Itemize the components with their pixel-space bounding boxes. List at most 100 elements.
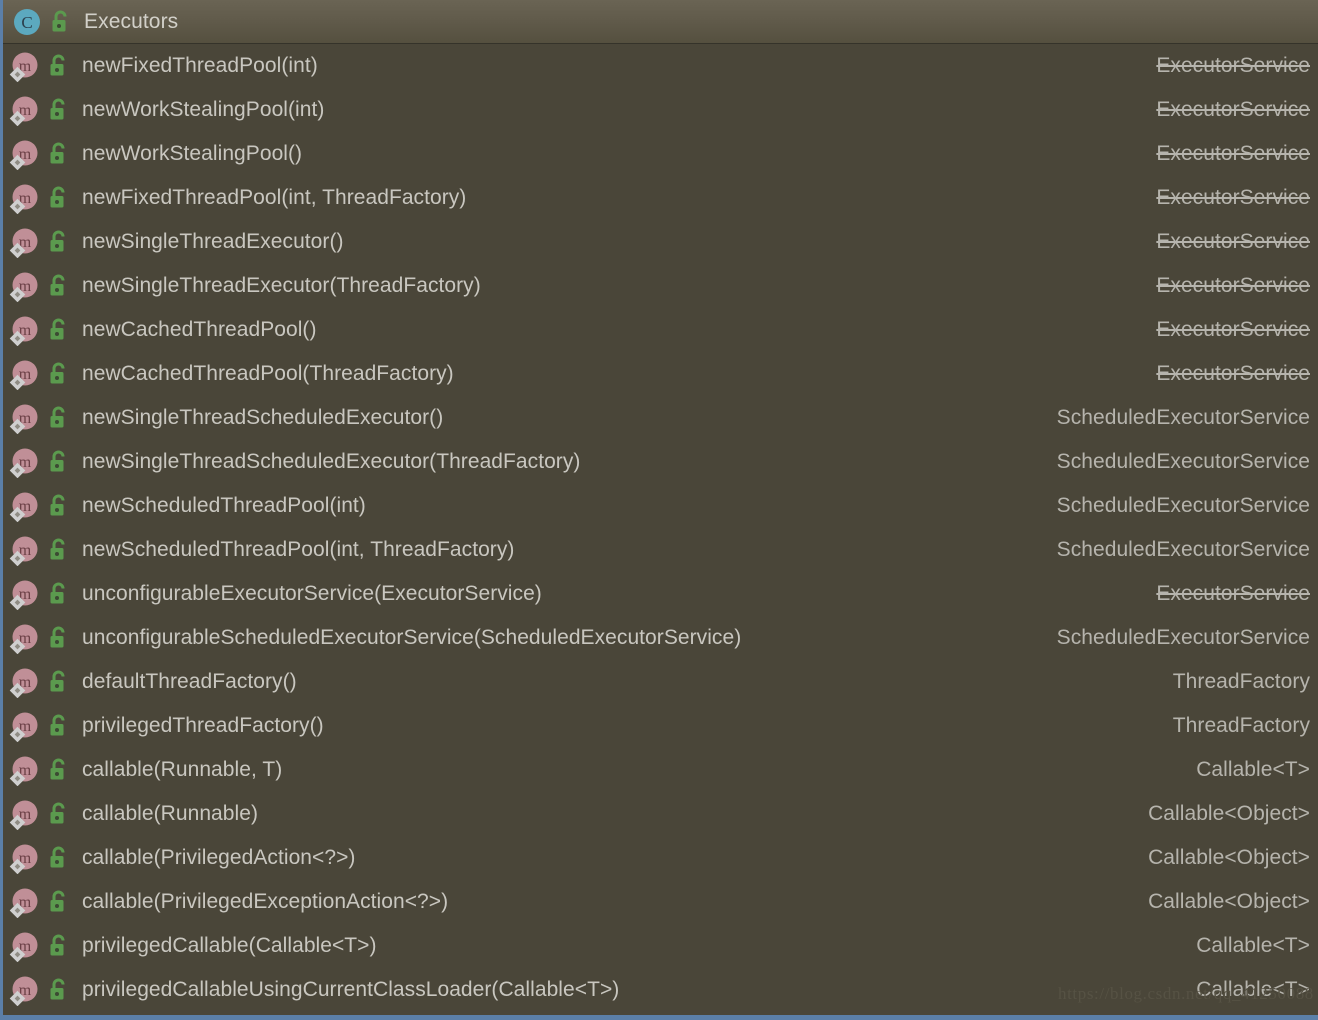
return-type-label: Callable<T> — [1196, 934, 1310, 957]
method-signature-label: callable(PrivilegedExceptionAction<?>) — [82, 890, 449, 913]
method-icon: m — [8, 754, 40, 787]
method-signature-label: defaultThreadFactory() — [82, 670, 297, 693]
method-signature-label: newWorkStealingPool(int) — [82, 98, 325, 121]
method-signature-label: newWorkStealingPool() — [82, 142, 303, 165]
public-unlocked-icon — [47, 537, 71, 563]
method-icon: m — [8, 138, 40, 171]
member-row[interactable]: m unconfigurableExecutorService(ExecutorS… — [3, 572, 1318, 616]
method-icon: m — [8, 666, 40, 699]
public-unlocked-icon — [47, 801, 71, 827]
return-type-label: ExecutorService — [1156, 230, 1310, 253]
public-unlocked-icon — [47, 449, 71, 475]
public-unlocked-icon — [47, 185, 71, 211]
member-row[interactable]: m newSingleThreadExecutor() ExecutorServic… — [3, 220, 1318, 264]
public-unlocked-icon — [47, 845, 71, 871]
method-signature-label: callable(Runnable) — [82, 802, 259, 825]
member-row[interactable]: m callable(Runnable, T) Callable<T> — [3, 748, 1318, 792]
return-type-label: ExecutorService — [1156, 362, 1310, 385]
class-name-label: Executors — [84, 9, 179, 33]
public-unlocked-icon — [47, 669, 71, 695]
member-row[interactable]: m newCachedThreadPool() ExecutorService — [3, 308, 1318, 352]
return-type-label: ExecutorService — [1156, 274, 1310, 297]
method-icon: m — [8, 402, 40, 435]
public-unlocked-icon — [47, 405, 71, 431]
public-unlocked-icon — [47, 625, 71, 651]
return-type-label: Callable<Object> — [1148, 802, 1310, 825]
public-unlocked-icon — [47, 361, 71, 387]
method-icon: m — [8, 710, 40, 743]
member-row[interactable]: m newSingleThreadExecutor(ThreadFactory) E… — [3, 264, 1318, 308]
return-type-label: ExecutorService — [1156, 142, 1310, 165]
member-row[interactable]: m newFixedThreadPool(int) ExecutorService — [3, 44, 1318, 88]
method-signature-label: callable(Runnable, T) — [82, 758, 283, 781]
method-icon: m — [8, 358, 40, 391]
method-signature-label: newFixedThreadPool(int, ThreadFactory) — [82, 186, 467, 209]
return-type-label: Callable<Object> — [1148, 846, 1310, 869]
svg-text:C: C — [21, 13, 32, 32]
public-unlocked-icon — [47, 889, 71, 915]
method-signature-label: privilegedThreadFactory() — [82, 714, 324, 737]
public-unlocked-icon — [47, 713, 71, 739]
return-type-label: ExecutorService — [1156, 582, 1310, 605]
member-row[interactable]: m newFixedThreadPool(int, ThreadFactory) E… — [3, 176, 1318, 220]
member-row[interactable]: m newSingleThreadScheduledExecutor(Thread… — [3, 440, 1318, 484]
method-icon: m — [8, 182, 40, 215]
return-type-label: ScheduledExecutorService — [1056, 406, 1310, 429]
method-icon: m — [8, 94, 40, 127]
return-type-label: ExecutorService — [1156, 54, 1310, 77]
method-icon: m — [8, 842, 40, 875]
return-type-label: ThreadFactory — [1172, 714, 1310, 737]
public-unlocked-icon — [47, 141, 71, 167]
method-icon: m — [8, 798, 40, 831]
member-row[interactable]: m newScheduledThreadPool(int, ThreadFacto… — [3, 528, 1318, 572]
method-icon: m — [8, 446, 40, 479]
class-icon: C — [12, 7, 42, 37]
public-unlocked-icon — [47, 229, 71, 255]
public-unlocked-icon — [47, 493, 71, 519]
method-signature-label: newFixedThreadPool(int) — [82, 54, 318, 77]
method-signature-label: newScheduledThreadPool(int, ThreadFactor… — [82, 538, 515, 561]
public-unlocked-icon — [49, 9, 73, 35]
method-icon: m — [8, 270, 40, 303]
member-row[interactable]: m privilegedThreadFactory() ThreadFactory — [3, 704, 1318, 748]
public-unlocked-icon — [47, 977, 71, 1003]
method-signature-label: unconfigurableExecutorService(ExecutorSe… — [82, 582, 542, 605]
method-signature-label: newSingleThreadExecutor(ThreadFactory) — [82, 274, 481, 297]
structure-tool-window: C Executors m newFixedThreadPool(int) Exec… — [0, 0, 1318, 1020]
member-row[interactable]: m newCachedThreadPool(ThreadFactory) Execu… — [3, 352, 1318, 396]
member-row[interactable]: m defaultThreadFactory() ThreadFactory — [3, 660, 1318, 704]
public-unlocked-icon — [47, 273, 71, 299]
return-type-label: ScheduledExecutorService — [1056, 450, 1310, 473]
member-row[interactable]: m callable(PrivilegedAction<?>) Callable<O… — [3, 836, 1318, 880]
member-row[interactable]: m callable(Runnable) Callable<Object> — [3, 792, 1318, 836]
method-icon: m — [8, 534, 40, 567]
method-icon: m — [8, 314, 40, 347]
structure-header-class-row[interactable]: C Executors — [3, 0, 1318, 44]
member-row[interactable]: m callable(PrivilegedExceptionAction<?>) C… — [3, 880, 1318, 924]
return-type-label: ExecutorService — [1156, 98, 1310, 121]
member-row[interactable]: m newWorkStealingPool(int) ExecutorService — [3, 88, 1318, 132]
method-signature-label: newCachedThreadPool() — [82, 318, 317, 341]
public-unlocked-icon — [47, 317, 71, 343]
method-icon: m — [8, 578, 40, 611]
member-row[interactable]: m privilegedCallableUsingCurrentClassLoad… — [3, 968, 1318, 1012]
method-signature-label: callable(PrivilegedAction<?>) — [82, 846, 356, 869]
method-signature-label: unconfigurableScheduledExecutorService(S… — [82, 626, 742, 649]
method-signature-label: privilegedCallableUsingCurrentClassLoade… — [82, 978, 620, 1001]
member-row[interactable]: m newSingleThreadScheduledExecutor() Sched… — [3, 396, 1318, 440]
return-type-label: ScheduledExecutorService — [1056, 626, 1310, 649]
public-unlocked-icon — [47, 581, 71, 607]
method-icon: m — [8, 974, 40, 1007]
member-row[interactable]: m unconfigurableScheduledExecutorService(… — [3, 616, 1318, 660]
return-type-label: Callable<Object> — [1148, 890, 1310, 913]
return-type-label: ThreadFactory — [1172, 670, 1310, 693]
member-row[interactable]: m newWorkStealingPool() ExecutorService — [3, 132, 1318, 176]
method-signature-label: newCachedThreadPool(ThreadFactory) — [82, 362, 454, 385]
member-row[interactable]: m newScheduledThreadPool(int) ScheduledExe… — [3, 484, 1318, 528]
member-row[interactable]: m privilegedCallable(Callable<T>) Callable… — [3, 924, 1318, 968]
method-signature-label: privilegedCallable(Callable<T>) — [82, 934, 377, 957]
method-signature-label: newSingleThreadExecutor() — [82, 230, 344, 253]
member-list: m newFixedThreadPool(int) ExecutorService m… — [3, 44, 1318, 1012]
method-icon: m — [8, 930, 40, 963]
public-unlocked-icon — [47, 53, 71, 79]
